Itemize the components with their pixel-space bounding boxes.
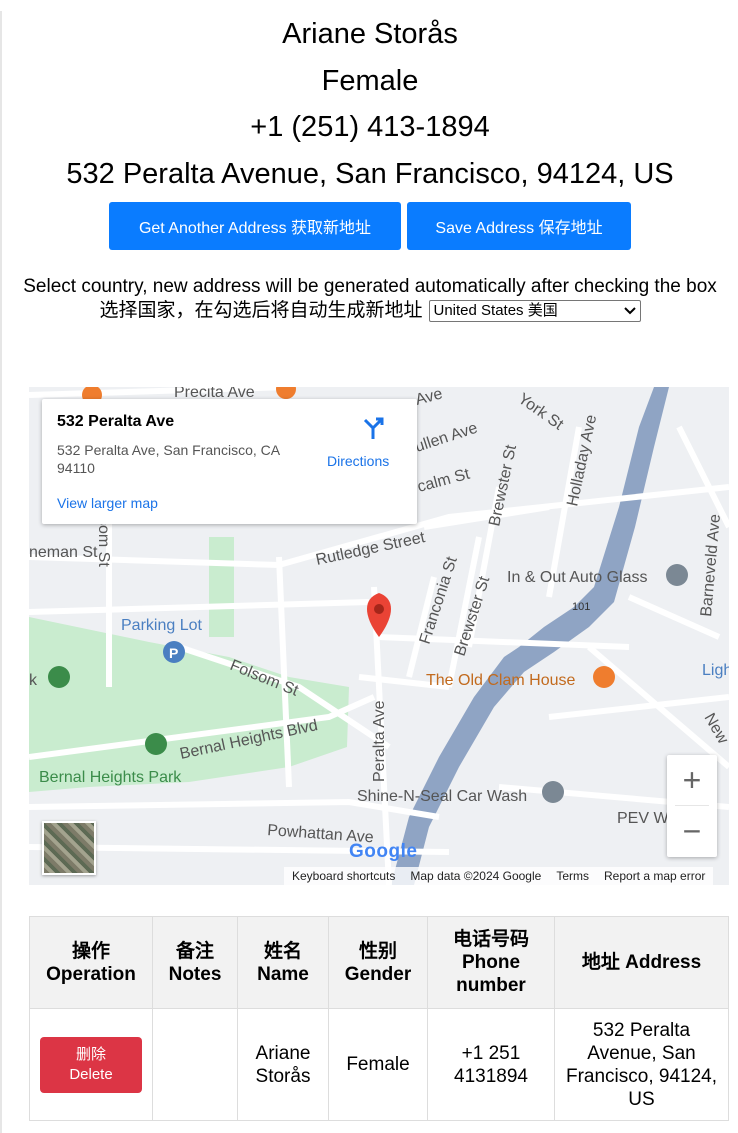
restaurant-icon[interactable] — [593, 666, 615, 688]
person-gender: Female — [321, 64, 419, 97]
person-address: 532 Peralta Avenue, San Francisco, 94124… — [66, 157, 674, 190]
svg-text:P: P — [169, 645, 178, 661]
zoom-in-button[interactable]: + — [667, 755, 717, 805]
address-table: 操作 Operation 备注 Notes 姓名 Name 性别 Gender 电话号码… — [29, 916, 729, 1121]
street-label: som St — [95, 517, 112, 567]
view-larger-map-link[interactable]: View larger map — [57, 495, 158, 511]
map-card-address: 532 Peralta Ave, San Francisco, CA 94110 — [57, 442, 280, 476]
street-label: Peralta Ave — [371, 700, 388, 782]
get-another-address-button[interactable]: Get Another Address 获取新地址 — [109, 202, 401, 250]
person-phone: +1 (251) 413-1894 — [250, 111, 490, 143]
google-logo: Google — [349, 841, 418, 862]
map-data-text: Map data ©2024 Google — [410, 869, 542, 883]
street-label: Ligh — [702, 662, 729, 679]
save-address-button[interactable]: Save Address 保存地址 — [407, 202, 631, 250]
embedded-map[interactable]: Precita Ave Ave York St Holladay Ave ull… — [29, 387, 729, 885]
table-row: 删除 Delete Ariane Storås Female +1 251 41… — [29, 1008, 729, 1121]
route-shield-label: 101 — [572, 601, 590, 613]
chevron-down-icon — [623, 307, 636, 315]
zoom-controls: + − — [667, 755, 717, 857]
place-icon[interactable] — [542, 781, 564, 803]
keyboard-shortcuts-link[interactable]: Keyboard shortcuts — [292, 869, 395, 883]
table-header-row: 操作 Operation 备注 Notes 姓名 Name 性别 Gender 电话号码… — [29, 916, 729, 1009]
country-instruction-en: Select country, new address will be gene… — [23, 276, 717, 297]
header-gender: 性别 Gender — [328, 916, 428, 1009]
street-label: Bernal Heights Park — [39, 769, 182, 786]
zoom-out-button[interactable]: − — [667, 806, 717, 856]
header-address: 地址 Address — [554, 916, 729, 1009]
address-cell: 532 Peralta Avenue, San Francisco, 94124… — [554, 1008, 729, 1121]
header-operation: 操作 Operation — [29, 916, 153, 1009]
header-name: 姓名 Name — [237, 916, 329, 1009]
satellite-toggle[interactable] — [42, 821, 96, 875]
country-select-value: United States 美国 — [433, 302, 558, 319]
report-error-link[interactable]: Report a map error — [604, 869, 705, 883]
street-label: k — [29, 672, 38, 689]
directions-link[interactable]: Directions — [327, 453, 389, 469]
street-label: Shine-N-Seal Car Wash — [357, 788, 527, 805]
delete-button[interactable]: 删除 Delete — [40, 1036, 142, 1093]
country-select-row: 选择国家，在勾选后将自动生成新地址 United States 美国 — [2, 298, 738, 324]
street-label: PEV W — [617, 810, 669, 827]
map-info-card: 532 Peralta Ave 532 Peralta Ave, San Fra… — [42, 399, 417, 524]
identity-block: Ariane Storås Female +1 (251) 413-1894 5… — [2, 11, 738, 197]
map-card-title: 532 Peralta Ave — [57, 413, 175, 430]
phone-cell: +1 251 4131894 — [427, 1008, 555, 1121]
street-label: In & Out Auto Glass — [507, 569, 648, 586]
name-cell: Ariane Storås — [237, 1008, 329, 1121]
street-label: The Old Clam House — [426, 672, 575, 689]
street-label: neman St — [29, 544, 98, 561]
person-name: Ariane Storås — [282, 18, 458, 50]
operation-cell: 删除 Delete — [29, 1008, 153, 1121]
gender-cell: Female — [328, 1008, 428, 1121]
directions-icon[interactable] — [360, 415, 386, 441]
map-attribution: Keyboard shortcuts Map data ©2024 Google… — [284, 867, 714, 885]
header-notes: 备注 Notes — [152, 916, 238, 1009]
country-select[interactable]: United States 美国 — [428, 300, 641, 322]
street-label: Parking Lot — [121, 617, 202, 634]
park-strip — [209, 537, 234, 637]
place-icon[interactable] — [666, 564, 688, 586]
header-phone: 电话号码 Phone number — [427, 916, 555, 1009]
action-buttons: Get Another Address 获取新地址 Save Address 保… — [2, 202, 738, 250]
notes-cell — [152, 1008, 238, 1121]
terms-link[interactable]: Terms — [556, 869, 589, 883]
park-icon[interactable] — [48, 666, 70, 688]
park-icon[interactable] — [145, 733, 167, 755]
country-instruction-zh: 选择国家，在勾选后将自动生成新地址 — [99, 300, 423, 321]
